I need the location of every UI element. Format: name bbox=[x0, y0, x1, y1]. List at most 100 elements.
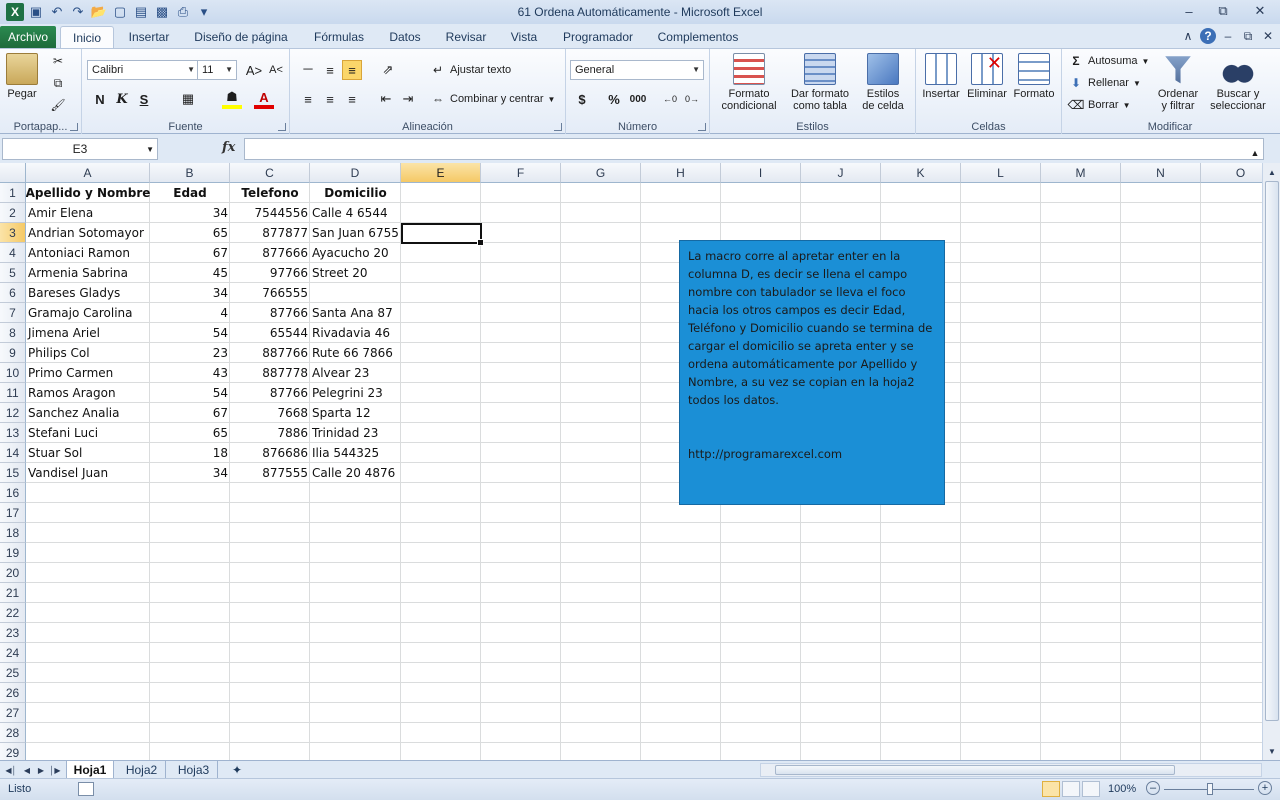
table-cell[interactable]: Sparta 12 bbox=[310, 403, 401, 423]
column-header-m[interactable]: M bbox=[1041, 163, 1121, 183]
table-cell[interactable]: 877666 bbox=[230, 243, 310, 263]
fill-button[interactable]: ⬇ Rellenar ▼ bbox=[1068, 75, 1141, 91]
first-sheet-icon[interactable]: ◀│ bbox=[4, 762, 18, 778]
align-center-icon[interactable]: ≡ bbox=[320, 89, 340, 109]
table-cell[interactable]: Ayacucho 20 bbox=[310, 243, 401, 263]
table-cell[interactable]: 34 bbox=[150, 203, 230, 223]
page-layout-view-icon[interactable] bbox=[1062, 781, 1080, 797]
table-cell[interactable]: Santa Ana 87 bbox=[310, 303, 401, 323]
column-header-l[interactable]: L bbox=[961, 163, 1041, 183]
table-cell[interactable]: Amir Elena bbox=[26, 203, 150, 223]
table-cell[interactable]: 887766 bbox=[230, 343, 310, 363]
align-left-icon[interactable]: ≡ bbox=[298, 89, 318, 109]
column-header-j[interactable]: J bbox=[801, 163, 881, 183]
column-header-d[interactable]: D bbox=[310, 163, 401, 183]
header-cell-b[interactable]: Edad bbox=[150, 183, 230, 203]
print-preview-icon[interactable]: ▤ bbox=[132, 3, 150, 21]
table-cell[interactable]: Stefani Luci bbox=[26, 423, 150, 443]
insert-cells-button[interactable]: Insertar bbox=[918, 53, 964, 100]
table-cell[interactable]: 766555 bbox=[230, 283, 310, 303]
normal-view-icon[interactable] bbox=[1042, 781, 1060, 797]
row-header-10[interactable]: 10 bbox=[0, 363, 26, 383]
open-icon[interactable]: 📂 bbox=[90, 3, 108, 21]
table-cell[interactable]: 7886 bbox=[230, 423, 310, 443]
table-cell[interactable]: 876686 bbox=[230, 443, 310, 463]
table-cell[interactable]: Pelegrini 23 bbox=[310, 383, 401, 403]
tab-programador[interactable]: Programador bbox=[556, 26, 640, 48]
print-icon[interactable]: ⎙ bbox=[174, 3, 192, 21]
orientation-icon[interactable]: ⇗ bbox=[378, 60, 398, 80]
table-cell[interactable]: 877877 bbox=[230, 223, 310, 243]
row-header-5[interactable]: 5 bbox=[0, 263, 26, 283]
table-cell[interactable]: 65 bbox=[150, 423, 230, 443]
table-cell[interactable]: Alvear 23 bbox=[310, 363, 401, 383]
grow-font-icon[interactable]: A˃ bbox=[244, 60, 264, 80]
column-header-i[interactable]: I bbox=[721, 163, 801, 183]
thousands-button[interactable]: 000 bbox=[628, 89, 648, 109]
vertical-scroll-thumb[interactable] bbox=[1265, 181, 1279, 721]
table-cell[interactable]: Ramos Aragon bbox=[26, 383, 150, 403]
ribbon-minimize-icon[interactable]: ∧ bbox=[1180, 28, 1196, 44]
table-cell[interactable]: 67 bbox=[150, 243, 230, 263]
next-sheet-icon[interactable]: ▶ bbox=[34, 762, 48, 778]
column-header-h[interactable]: H bbox=[641, 163, 721, 183]
redo-icon[interactable]: ↷ bbox=[69, 3, 87, 21]
last-sheet-icon[interactable]: │▶ bbox=[48, 762, 62, 778]
customize-qat-icon[interactable]: ▾ bbox=[195, 3, 213, 21]
table-cell[interactable] bbox=[310, 283, 401, 303]
conditional-format-button[interactable]: Formato condicional bbox=[714, 53, 784, 112]
table-cell[interactable]: Calle 4 6544 bbox=[310, 203, 401, 223]
table-cell[interactable]: 45 bbox=[150, 263, 230, 283]
insert-function-button[interactable]: fx bbox=[222, 140, 235, 155]
undo-icon[interactable]: ↶ bbox=[48, 3, 66, 21]
scroll-down-icon[interactable]: ▼ bbox=[1264, 743, 1280, 759]
row-header-25[interactable]: 25 bbox=[0, 663, 26, 683]
macro-record-icon[interactable] bbox=[78, 782, 94, 796]
align-middle-icon[interactable]: ≡ bbox=[320, 60, 340, 80]
prev-sheet-icon[interactable]: ◀ bbox=[20, 762, 34, 778]
percent-button[interactable]: % bbox=[604, 89, 624, 109]
new-icon[interactable]: ▢ bbox=[111, 3, 129, 21]
row-header-15[interactable]: 15 bbox=[0, 463, 26, 483]
copy-button[interactable]: ⧉ bbox=[50, 75, 66, 91]
table-cell[interactable]: Bareses Gladys bbox=[26, 283, 150, 303]
number-format-select[interactable]: General ▼ bbox=[570, 60, 704, 80]
tab-formulas[interactable]: Fórmulas bbox=[306, 26, 372, 48]
table-cell[interactable]: Primo Carmen bbox=[26, 363, 150, 383]
font-size-select[interactable]: 11 ▼ bbox=[197, 60, 237, 80]
zoom-in-icon[interactable]: + bbox=[1258, 781, 1272, 795]
vertical-scrollbar[interactable]: ▲ ▼ bbox=[1262, 163, 1280, 760]
excel-logo-icon[interactable]: X bbox=[6, 3, 24, 21]
header-cell-d[interactable]: Domicilio bbox=[310, 183, 401, 203]
row-header-16[interactable]: 16 bbox=[0, 483, 26, 503]
save-icon[interactable]: ▣ bbox=[27, 3, 45, 21]
row-header-2[interactable]: 2 bbox=[0, 203, 26, 223]
table-cell[interactable]: 877555 bbox=[230, 463, 310, 483]
sheet-tab-hoja3[interactable]: Hoja3 bbox=[170, 761, 218, 779]
tab-diseno-de-pagina[interactable]: Diseño de página bbox=[186, 26, 296, 48]
increase-indent-icon[interactable]: ⇥ bbox=[398, 89, 418, 109]
column-header-c[interactable]: C bbox=[230, 163, 310, 183]
alignment-dialog-launcher[interactable] bbox=[554, 123, 562, 131]
minimize-icon[interactable]: – bbox=[1172, 0, 1206, 22]
column-header-b[interactable]: B bbox=[150, 163, 230, 183]
row-header-17[interactable]: 17 bbox=[0, 503, 26, 523]
increase-decimal-icon[interactable]: ←0 bbox=[660, 89, 680, 109]
table-cell[interactable]: Rute 66 7866 bbox=[310, 343, 401, 363]
formula-input[interactable]: ▲ bbox=[244, 138, 1264, 160]
table-cell[interactable]: 7544556 bbox=[230, 203, 310, 223]
align-right-icon[interactable]: ≡ bbox=[342, 89, 362, 109]
column-header-o[interactable]: O bbox=[1201, 163, 1262, 183]
scroll-up-icon[interactable]: ▲ bbox=[1264, 164, 1280, 180]
italic-button[interactable]: K bbox=[112, 89, 132, 109]
table-cell[interactable]: Vandisel Juan bbox=[26, 463, 150, 483]
shrink-font-icon[interactable]: A˂ bbox=[266, 60, 286, 80]
table-cell[interactable]: 4 bbox=[150, 303, 230, 323]
row-header-22[interactable]: 22 bbox=[0, 603, 26, 623]
active-cell-e3[interactable] bbox=[401, 223, 484, 246]
table-cell[interactable]: 65544 bbox=[230, 323, 310, 343]
restore-icon[interactable]: ⧉ bbox=[1206, 0, 1240, 22]
borders-icon[interactable]: ▦ bbox=[178, 89, 198, 109]
row-header-20[interactable]: 20 bbox=[0, 563, 26, 583]
merge-center-button[interactable]: ⇔ Combinar y centrar ▼ bbox=[430, 91, 555, 107]
